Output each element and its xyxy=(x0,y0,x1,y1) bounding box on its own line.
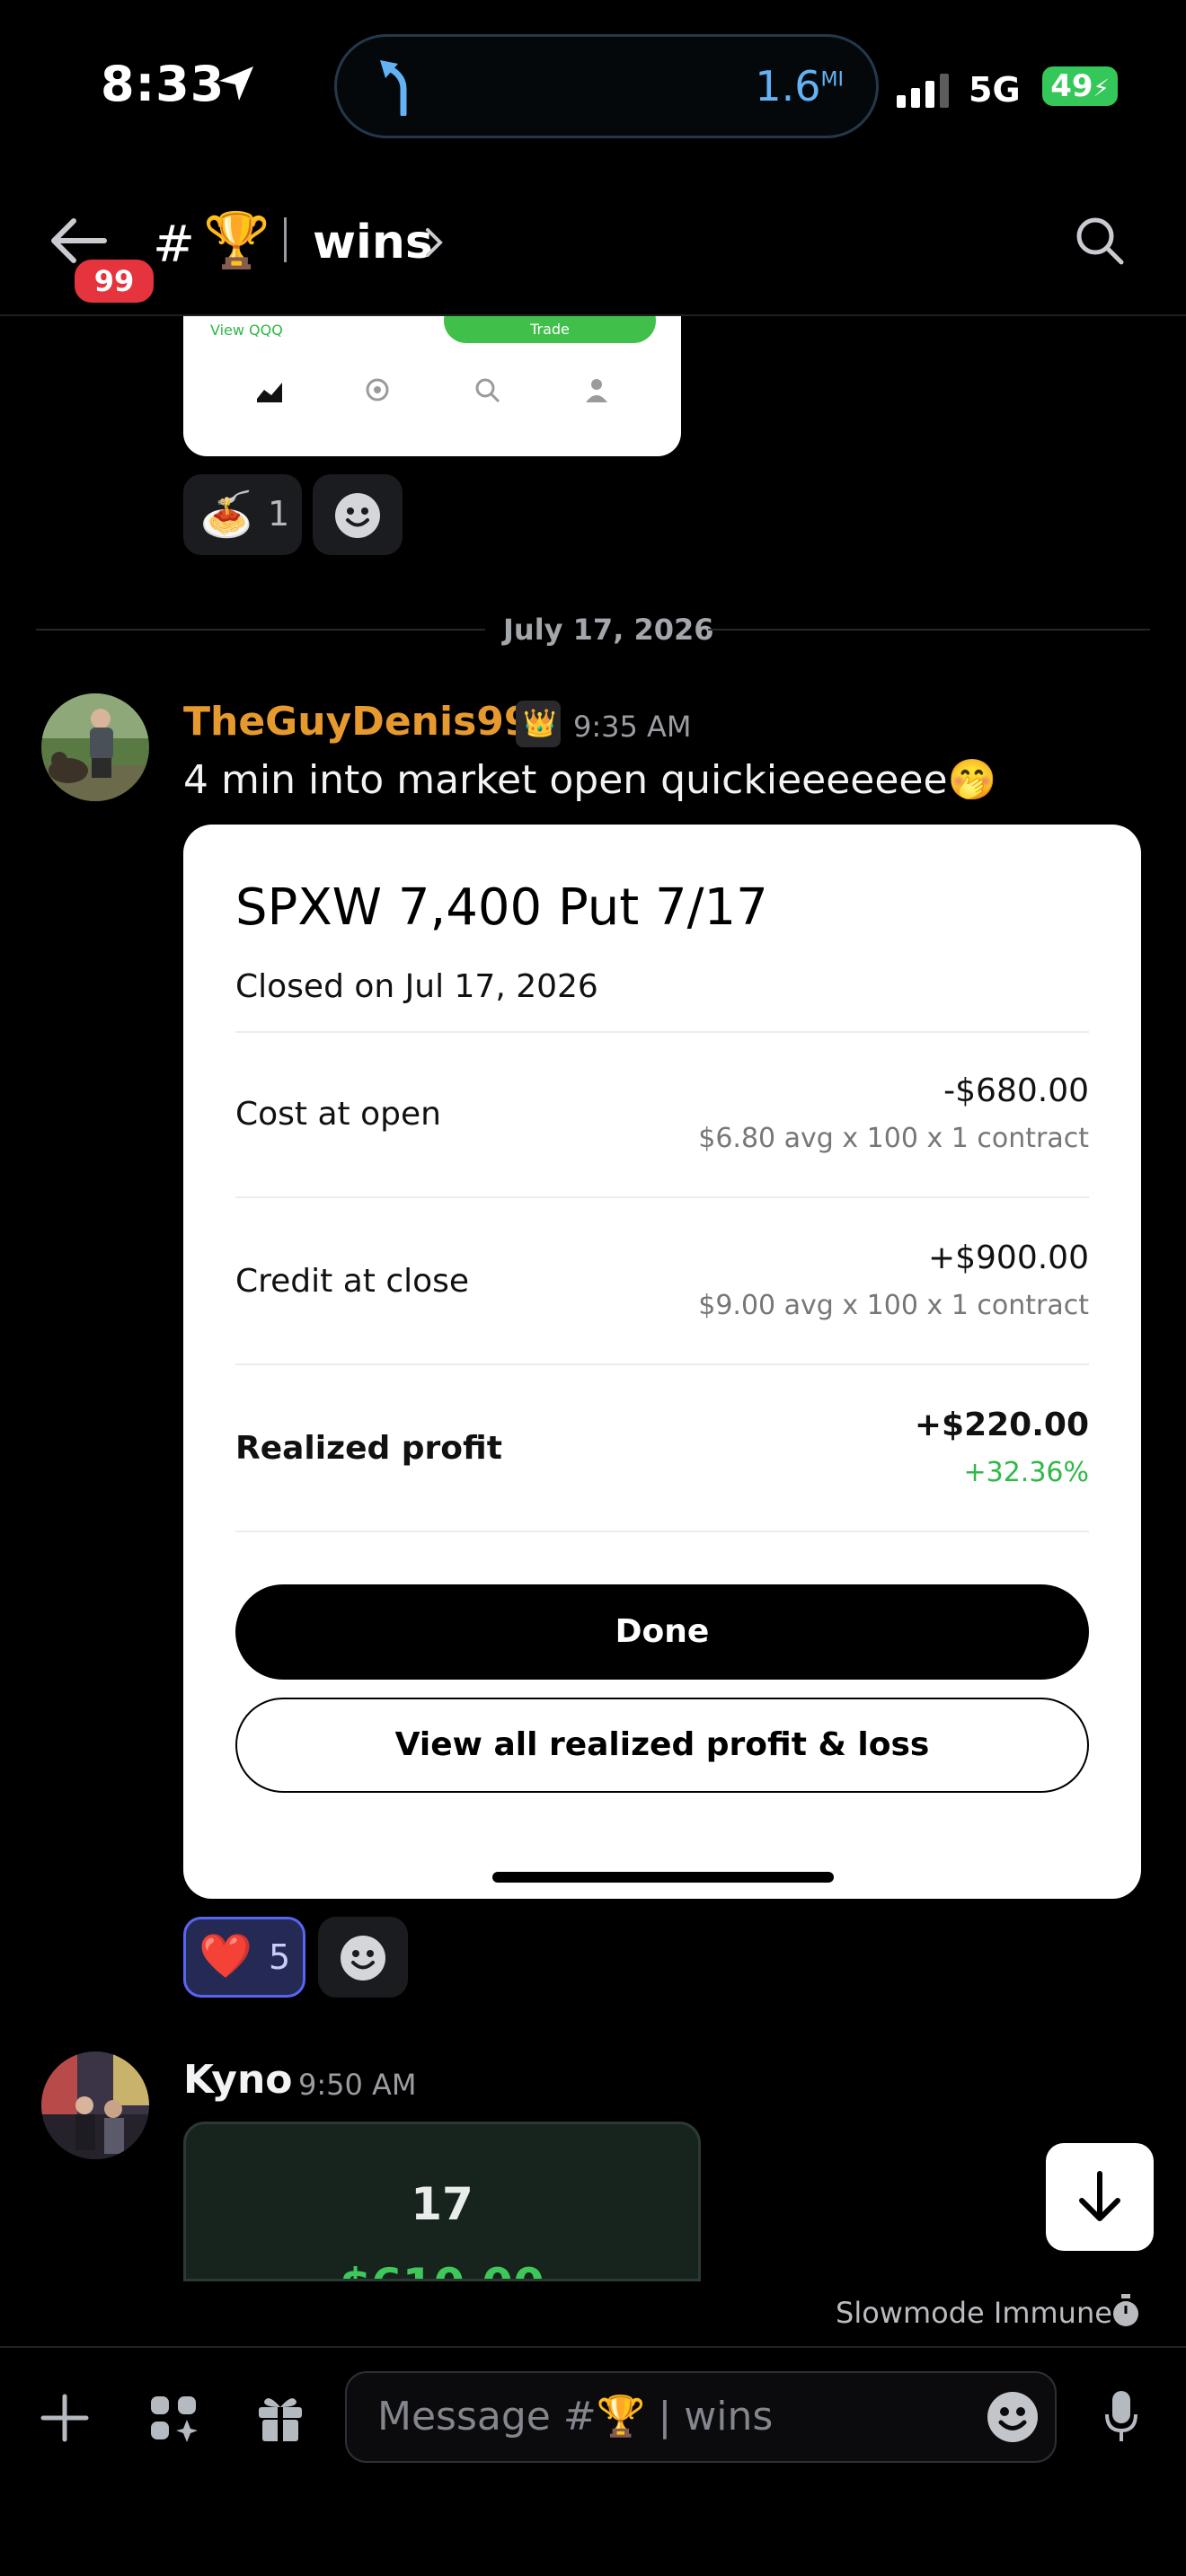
stopwatch-icon xyxy=(1111,2294,1141,2328)
credit-at-close-value: +$900.00 xyxy=(927,1239,1089,1276)
view-all-pnl-button: View all realized profit & loss xyxy=(235,1698,1089,1793)
trade-summary-attachment[interactable]: SPXW 7,400 Put 7/17 Closed on Jul 17, 20… xyxy=(183,825,1141,1899)
channel-divider xyxy=(284,217,287,262)
cost-at-open-label: Cost at open xyxy=(235,1096,441,1133)
add-reaction-button[interactable] xyxy=(318,1917,408,1998)
navigation-activity-pill[interactable]: 1.6MI xyxy=(334,34,879,138)
channel-name[interactable]: wins xyxy=(313,216,433,269)
card-amount: $610.00 xyxy=(186,2259,698,2279)
channel-hash-icon: # xyxy=(153,216,195,274)
home-indicator xyxy=(492,1872,834,1883)
turn-left-icon xyxy=(373,57,420,116)
realized-profit-value: +$220.00 xyxy=(914,1407,1089,1443)
arrow-down-icon xyxy=(1076,2170,1123,2224)
role-badge: 👑 xyxy=(516,701,561,747)
message-timestamp: 9:35 AM xyxy=(573,710,692,744)
realized-profit-percent: +32.36% xyxy=(963,1457,1089,1488)
channel-emoji: 🏆 xyxy=(203,209,270,272)
row-divider xyxy=(235,1031,1089,1033)
prior-image-attachment[interactable]: View QQQ Trade xyxy=(183,316,681,456)
unread-count-badge: 99 xyxy=(70,255,158,307)
message-text: 4 min into market open quickieeeeeee🤭 xyxy=(183,757,997,803)
smiley-icon xyxy=(334,492,381,539)
message-author[interactable]: Kyno xyxy=(183,2057,293,2103)
discover-icon xyxy=(363,375,392,404)
card-day: 17 xyxy=(411,2178,474,2230)
realized-profit-label: Realized profit xyxy=(235,1430,502,1467)
plus-icon[interactable] xyxy=(40,2393,90,2443)
image-attachment[interactable]: 17 $610.00 xyxy=(183,2122,701,2281)
microphone-icon[interactable] xyxy=(1103,2389,1139,2445)
status-time: 8:33 xyxy=(101,56,226,112)
message-input[interactable]: Message #🏆 | wins xyxy=(345,2371,1057,2463)
reaction-pill[interactable]: 🍝 1 xyxy=(183,474,302,555)
composer-divider xyxy=(0,2346,1186,2348)
smiley-icon xyxy=(340,1935,386,1981)
cost-at-open-detail: $6.80 avg x 100 x 1 contract xyxy=(698,1123,1089,1154)
date-divider: July 17, 2026 xyxy=(503,613,714,647)
nav-distance: 1.6MI xyxy=(755,62,844,110)
message-timestamp: 9:50 AM xyxy=(298,2068,417,2102)
chart-icon xyxy=(255,377,284,404)
network-type: 5G xyxy=(969,70,1021,110)
reaction-emoji: ❤️ xyxy=(199,1931,252,1981)
date-divider-line xyxy=(708,629,1150,631)
view-ticker-link: View QQQ xyxy=(210,322,283,339)
credit-at-close-label: Credit at close xyxy=(235,1263,470,1300)
reaction-count: 1 xyxy=(268,494,290,534)
contract-title: SPXW 7,400 Put 7/17 xyxy=(235,878,768,937)
emoji-picker-icon[interactable] xyxy=(987,2391,1039,2443)
jump-to-present-button[interactable] xyxy=(1046,2143,1154,2251)
message-input-placeholder: Message #🏆 | wins xyxy=(377,2394,774,2439)
row-divider xyxy=(235,1531,1089,1532)
battery-indicator: 49⚡ xyxy=(1042,66,1118,106)
cost-at-open-value: -$680.00 xyxy=(943,1072,1089,1109)
reaction-pill[interactable]: ❤️ 5 xyxy=(183,1917,305,1998)
search-icon[interactable] xyxy=(1075,216,1125,266)
trade-button: Trade xyxy=(444,316,656,343)
row-divider xyxy=(235,1196,1089,1198)
apps-icon[interactable] xyxy=(147,2393,199,2443)
chevron-right-icon[interactable] xyxy=(424,226,444,259)
location-arrow-icon xyxy=(216,63,257,104)
search-tab-icon xyxy=(473,375,501,404)
row-divider xyxy=(235,1363,1089,1365)
reaction-emoji: 🍝 xyxy=(199,490,253,540)
avatar[interactable] xyxy=(41,693,149,801)
avatar[interactable] xyxy=(41,2051,149,2159)
credit-at-close-detail: $9.00 avg x 100 x 1 contract xyxy=(698,1290,1089,1321)
add-reaction-button[interactable] xyxy=(313,474,403,555)
closed-date: Closed on Jul 17, 2026 xyxy=(235,968,598,1005)
account-icon xyxy=(582,375,611,404)
gift-icon[interactable] xyxy=(255,2391,305,2443)
signal-icon xyxy=(895,72,954,108)
date-divider-line xyxy=(36,629,485,631)
done-button: Done xyxy=(235,1584,1089,1680)
slowmode-indicator: Slowmode Immune xyxy=(836,2296,1112,2330)
reaction-count: 5 xyxy=(269,1937,291,1977)
crown-icon: 👑 xyxy=(523,708,557,739)
message-author[interactable]: TheGuyDenis997 xyxy=(183,699,559,745)
